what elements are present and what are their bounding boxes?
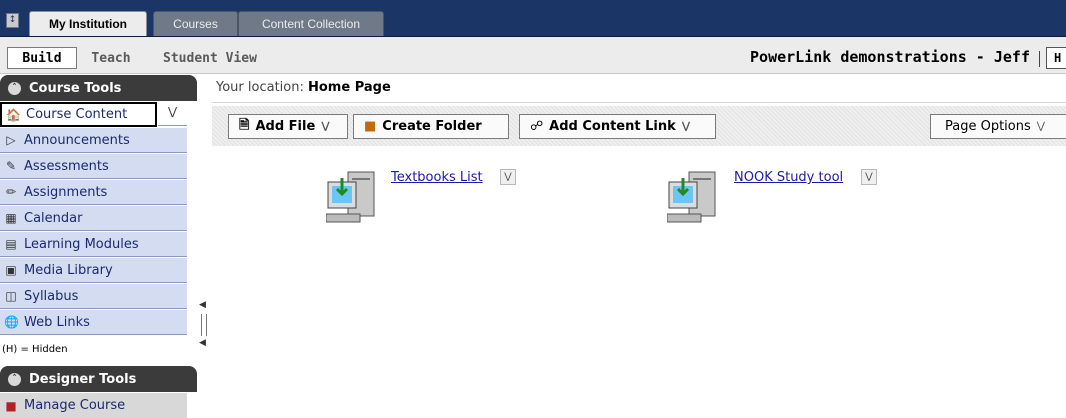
assessment-icon: ✎ [5, 159, 17, 173]
mode-bar: Build Teach Student View PowerLink demon… [0, 37, 1066, 74]
computer-download-icon [326, 171, 375, 223]
sidebar-item-label: Course Content [26, 107, 128, 122]
course-tools-header[interactable]: ˄ Course Tools [0, 75, 197, 101]
designer-tools-header[interactable]: ˄ Designer Tools [0, 366, 197, 392]
designer-tools-title: Designer Tools [29, 371, 137, 387]
course-title: PowerLink demonstrations - Jeff [750, 48, 1030, 66]
syllabus-icon: ◫ [5, 289, 17, 303]
modules-icon: ▤ [5, 237, 17, 251]
sidebar-item-assignments[interactable]: ✏ Assignments [0, 180, 187, 205]
title-separator [1039, 51, 1040, 67]
create-folder-button[interactable]: ■ Create Folder [353, 114, 509, 139]
expand-chevron-icon[interactable]: ⋁ [158, 102, 187, 126]
sidebar-item-announcements[interactable]: ▷ Announcements [0, 128, 187, 153]
sidebar-item-label: Manage Course [24, 398, 126, 413]
tab-courses[interactable]: Courses [153, 11, 238, 37]
sidebar-item-label: Announcements [24, 132, 130, 148]
chevron-down-icon[interactable]: ⋁ [682, 121, 690, 132]
expand-left-icon[interactable]: ◀ [199, 338, 206, 348]
home-icon: 🏠 [6, 107, 21, 122]
chevron-down-icon[interactable]: ⋁ [321, 121, 329, 132]
sidebar-item-learning-modules[interactable]: ▤ Learning Modules [0, 232, 187, 257]
sidebar-item-assessments[interactable]: ✎ Assessments [0, 154, 187, 179]
drag-grip-icon [201, 314, 207, 336]
add-content-link-button[interactable]: ☍ Add Content Link ⋁ [519, 114, 716, 139]
collapse-left-icon[interactable]: ◀ [199, 300, 206, 310]
file-icon: 🗎 [239, 117, 250, 133]
chevron-down-icon[interactable]: ⋁ [1037, 121, 1045, 132]
computer-download-icon [667, 171, 716, 223]
create-folder-label: Create Folder [382, 119, 482, 134]
sidebar-item-syllabus[interactable]: ◫ Syllabus [0, 284, 187, 309]
course-tools-title: Course Tools [29, 80, 122, 96]
chevron-down-icon[interactable]: ⋁ [861, 169, 877, 185]
globe-icon: 🌐 [4, 315, 19, 329]
sidebar-item-label: Syllabus [24, 288, 79, 304]
sidebar-item-media-library[interactable]: ▣ Media Library [0, 258, 187, 283]
hidden-legend: (H) = Hidden [2, 344, 68, 355]
mode-teach-button[interactable]: Teach [80, 47, 142, 69]
folder-icon: ■ [364, 119, 377, 134]
add-file-button[interactable]: 🗎 Add File ⋁ [228, 114, 348, 139]
tab-content-collection[interactable]: Content Collection [238, 11, 384, 37]
assignment-icon: ✏ [5, 185, 17, 199]
tab-my-institution[interactable]: My Institution [29, 11, 147, 37]
add-content-link-label: Add Content Link [549, 119, 676, 134]
sidebar-item-calendar[interactable]: ▦ Calendar [0, 206, 187, 231]
top-tab-bar: ↕ My Institution Courses Content Collect… [0, 0, 1066, 37]
sidebar-item-label: Web Links [24, 314, 90, 330]
action-bar: 🗎 Add File ⋁ ■ Create Folder ☍ Add Conte… [212, 106, 1066, 146]
mode-build-button[interactable]: Build [7, 47, 77, 69]
toolbox-icon: ■ [5, 398, 17, 413]
location-label: Your location: [216, 80, 304, 95]
media-icon: ▣ [5, 263, 17, 277]
textbooks-list-link[interactable]: Textbooks List [391, 170, 483, 185]
collapse-frame-icon[interactable]: ↕ [6, 13, 19, 28]
sidebar-item-label: Assignments [24, 184, 108, 200]
sidebar-item-manage-course[interactable]: ■ Manage Course [0, 393, 187, 418]
mode-student-view-button[interactable]: Student View [146, 47, 274, 69]
calendar-icon: ▦ [5, 211, 17, 225]
sidebar-resize-handle[interactable]: ◀ ◀ [197, 300, 209, 355]
link-icon: ☍ [530, 119, 544, 134]
add-file-label: Add File [255, 119, 316, 134]
sidebar-item-label: Media Library [24, 262, 113, 278]
sidebar-item-web-links[interactable]: 🌐 Web Links [0, 310, 187, 335]
sidebar-item-course-content[interactable]: 🏠 Course Content [0, 102, 157, 127]
sidebar-item-label: Assessments [24, 158, 109, 174]
location-divider [212, 102, 1066, 103]
nook-study-tool-link[interactable]: NOOK Study tool [734, 170, 843, 185]
chevron-up-icon[interactable]: ˄ [8, 372, 21, 386]
megaphone-icon: ▷ [6, 133, 16, 147]
sidebar-item-label: Calendar [24, 210, 83, 226]
page-options-button[interactable]: Page Options ⋁ [930, 114, 1066, 139]
sidebar-item-label: Learning Modules [24, 236, 139, 252]
sidebar: ˄ Course Tools 🏠 Course Content ⋁ ▷ Anno… [0, 75, 207, 418]
chevron-up-icon[interactable]: ˄ [8, 81, 21, 95]
help-button[interactable]: H [1046, 47, 1066, 69]
chevron-down-icon[interactable]: ⋁ [500, 169, 516, 185]
location-value: Home Page [308, 80, 391, 95]
page-options-label: Page Options [945, 119, 1031, 134]
breadcrumb: Your location: Home Page [216, 80, 391, 95]
